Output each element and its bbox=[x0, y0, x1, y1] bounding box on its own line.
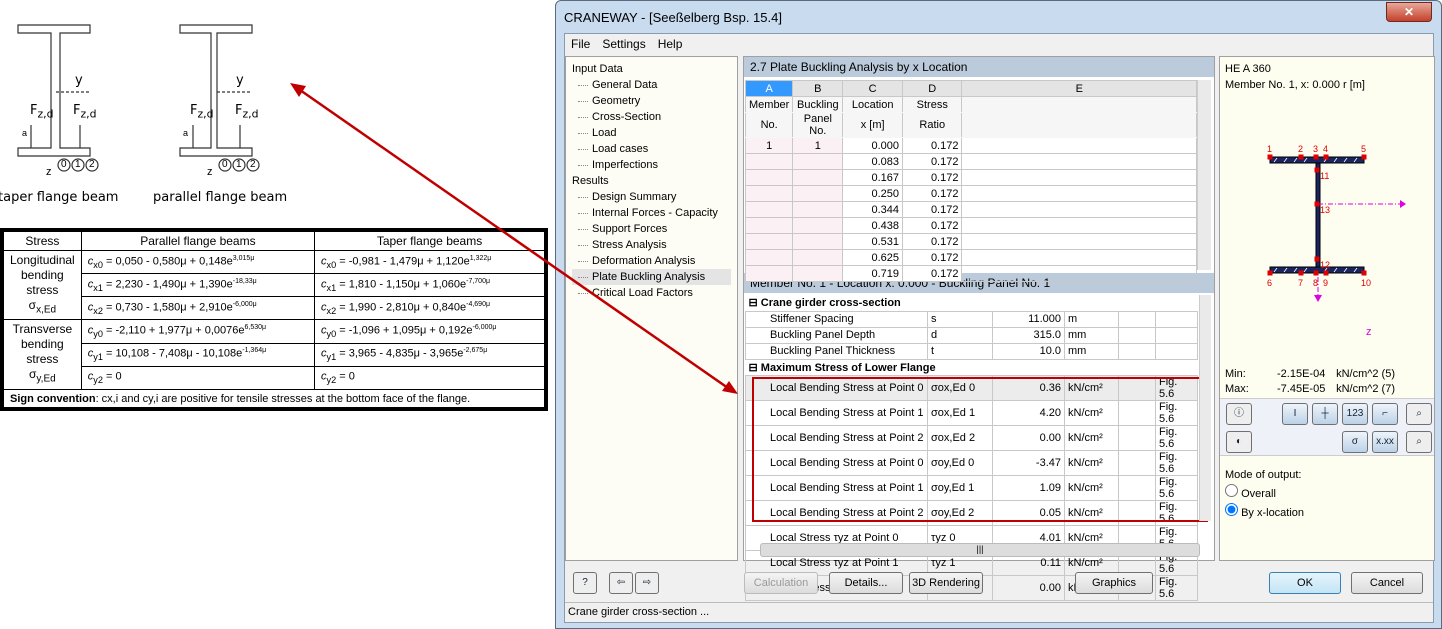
arrowhead bbox=[290, 83, 306, 97]
arrow-line bbox=[299, 88, 729, 390]
arrowhead bbox=[722, 381, 738, 394]
link-arrow bbox=[290, 83, 738, 394]
